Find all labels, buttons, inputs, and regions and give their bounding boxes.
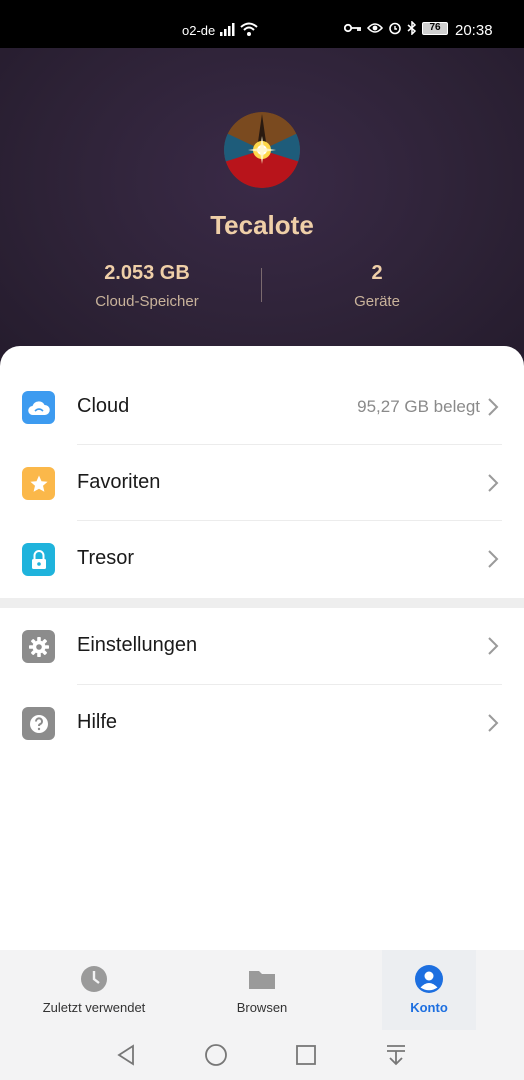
- chevron-right-icon: [488, 637, 499, 655]
- recents-icon[interactable]: [293, 1042, 319, 1068]
- home-icon[interactable]: [203, 1042, 229, 1068]
- menu-item-cloud[interactable]: Cloud 95,27 GB belegt: [0, 369, 524, 445]
- eye-icon: [367, 23, 383, 33]
- key-icon: [344, 23, 361, 33]
- chevron-right-icon: [488, 550, 499, 568]
- devices-value: 2: [371, 262, 383, 284]
- lock-icon: [22, 543, 55, 576]
- storage-label: Cloud-Speicher: [95, 293, 199, 310]
- bottom-nav: Zuletzt verwendet Browsen Konto: [0, 950, 524, 1030]
- nav-label: Zuletzt verwendet: [42, 1000, 146, 1015]
- menu-item-tresor[interactable]: Tresor: [0, 521, 524, 597]
- menu-item-label: Hilfe: [77, 711, 118, 733]
- clock-time: 20:38: [455, 22, 493, 39]
- menu-item-label: Favoriten: [77, 471, 161, 493]
- menu-item-label: Einstellungen: [77, 634, 198, 656]
- nav-label: Konto: [410, 1000, 448, 1015]
- status-bar: o2-de 76 20:38: [0, 0, 524, 48]
- menu-item-favoriten[interactable]: Favoriten: [0, 445, 524, 521]
- cloud-usage-value: 95,27 GB belegt: [357, 397, 480, 416]
- avatar[interactable]: [224, 112, 300, 188]
- menu-item-label: Tresor: [77, 547, 135, 569]
- profile-name: Tecalote: [210, 210, 314, 240]
- account-menu: Cloud 95,27 GB belegt Favoriten Tresor E…: [0, 346, 524, 950]
- storage-stat: 2.053 GB Cloud-Speicher: [47, 262, 247, 310]
- nav-tab-account[interactable]: Konto: [382, 950, 476, 1030]
- nav-tab-recent[interactable]: Zuletzt verwendet: [14, 950, 174, 1030]
- star-icon: [22, 467, 55, 500]
- signal-icon: [220, 22, 235, 36]
- menu-item-label: Cloud: [77, 395, 130, 417]
- help-icon: [22, 707, 55, 740]
- carrier-label: o2-de: [182, 23, 216, 38]
- profile-header: Tecalote 2.053 GB Cloud-Speicher 2 Gerät…: [0, 48, 524, 378]
- chevron-right-icon: [488, 398, 499, 416]
- chevron-right-icon: [488, 714, 499, 732]
- devices-label: Geräte: [354, 293, 400, 310]
- chevron-right-icon: [488, 474, 499, 492]
- menu-item-einstellungen[interactable]: Einstellungen: [0, 608, 524, 684]
- stat-divider: [261, 268, 262, 302]
- battery-level: 76: [429, 21, 441, 33]
- account-icon: [415, 965, 443, 993]
- battery-icon: 76: [422, 21, 448, 35]
- gear-icon: [22, 630, 55, 663]
- nav-label: Browsen: [236, 1000, 288, 1015]
- cloud-icon: [22, 391, 55, 424]
- folder-icon: [249, 971, 275, 989]
- menu-item-hilfe[interactable]: Hilfe: [0, 685, 524, 761]
- nav-tab-browse[interactable]: Browsen: [182, 950, 342, 1030]
- devices-stat: 2 Geräte: [277, 262, 477, 310]
- alarm-icon: [389, 22, 401, 35]
- wifi-icon: [240, 22, 258, 36]
- clock-icon: [81, 966, 107, 992]
- storage-value: 2.053 GB: [104, 262, 190, 284]
- section-separator: [0, 598, 524, 608]
- notification-pull-icon[interactable]: [383, 1042, 409, 1068]
- system-nav-bar: [0, 1030, 524, 1080]
- bluetooth-icon: [407, 21, 417, 35]
- back-icon[interactable]: [114, 1042, 140, 1068]
